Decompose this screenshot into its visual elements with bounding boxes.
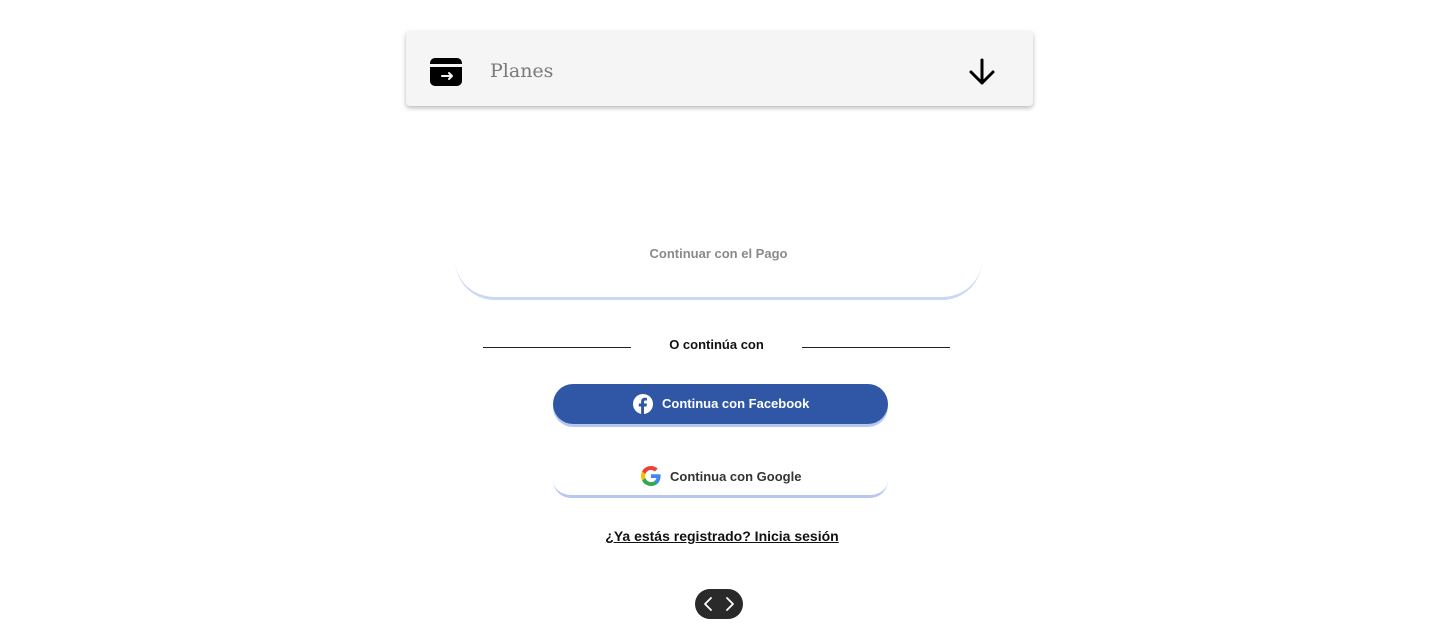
plans-title: Planes	[490, 60, 554, 82]
facebook-login-label: Continua con Facebook	[662, 396, 810, 411]
plans-accordion[interactable]: Planes	[406, 31, 1033, 106]
divider-line-left	[483, 347, 631, 348]
google-icon	[641, 466, 661, 486]
facebook-login-button[interactable]: Continua con Facebook	[553, 384, 888, 424]
chevron-left-icon[interactable]	[701, 596, 717, 612]
page: Planes Continuar con el Pago O continúa …	[0, 0, 1437, 625]
google-login-button[interactable]: Continua con Google	[553, 455, 888, 498]
carousel-nav	[695, 589, 743, 619]
divider-text: O continúa con	[669, 337, 764, 352]
continue-payment-label: Continuar con el Pago	[649, 246, 788, 261]
facebook-icon	[633, 394, 653, 414]
continue-payment-button[interactable]: Continuar con el Pago	[455, 220, 982, 300]
google-login-label: Continua con Google	[670, 469, 802, 484]
chevron-right-icon[interactable]	[721, 596, 737, 612]
arrow-down-icon[interactable]	[967, 57, 997, 87]
login-link[interactable]: ¿Ya estás registrado? Inicia sesión	[560, 528, 884, 544]
divider-line-right	[802, 347, 950, 348]
credit-card-icon	[430, 58, 462, 86]
